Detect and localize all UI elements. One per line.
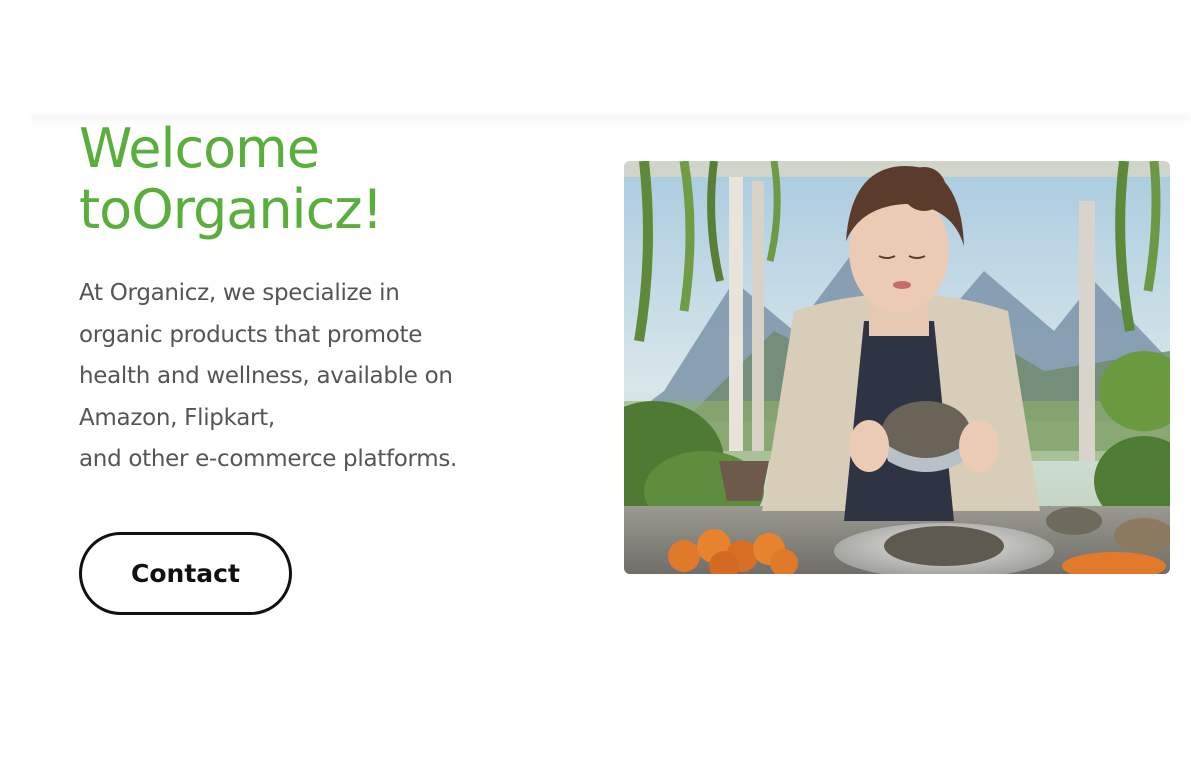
hero-description-line: and other e-commerce platforms. bbox=[79, 446, 458, 472]
hero-description-line: At Organicz, we specialize in bbox=[79, 280, 400, 306]
hero-title: Welcome toOrganicz! bbox=[79, 118, 579, 240]
hero-title-line-1: Welcome bbox=[79, 117, 320, 180]
hero-description-line: Amazon, Flipkart, bbox=[79, 404, 275, 431]
hero-image bbox=[624, 161, 1170, 574]
hero-title-line-2: toOrganicz! bbox=[79, 178, 383, 241]
site-header bbox=[0, 0, 1191, 118]
hero-description: At Organicz, we specialize in organic pr… bbox=[79, 273, 549, 481]
hero-section: Welcome toOrganicz! At Organicz, we spec… bbox=[0, 118, 1191, 761]
hero-description-line: organic products that promote bbox=[79, 321, 423, 348]
hero-description-line: health and wellness, available on bbox=[79, 363, 453, 389]
contact-button[interactable]: Contact bbox=[79, 532, 292, 615]
